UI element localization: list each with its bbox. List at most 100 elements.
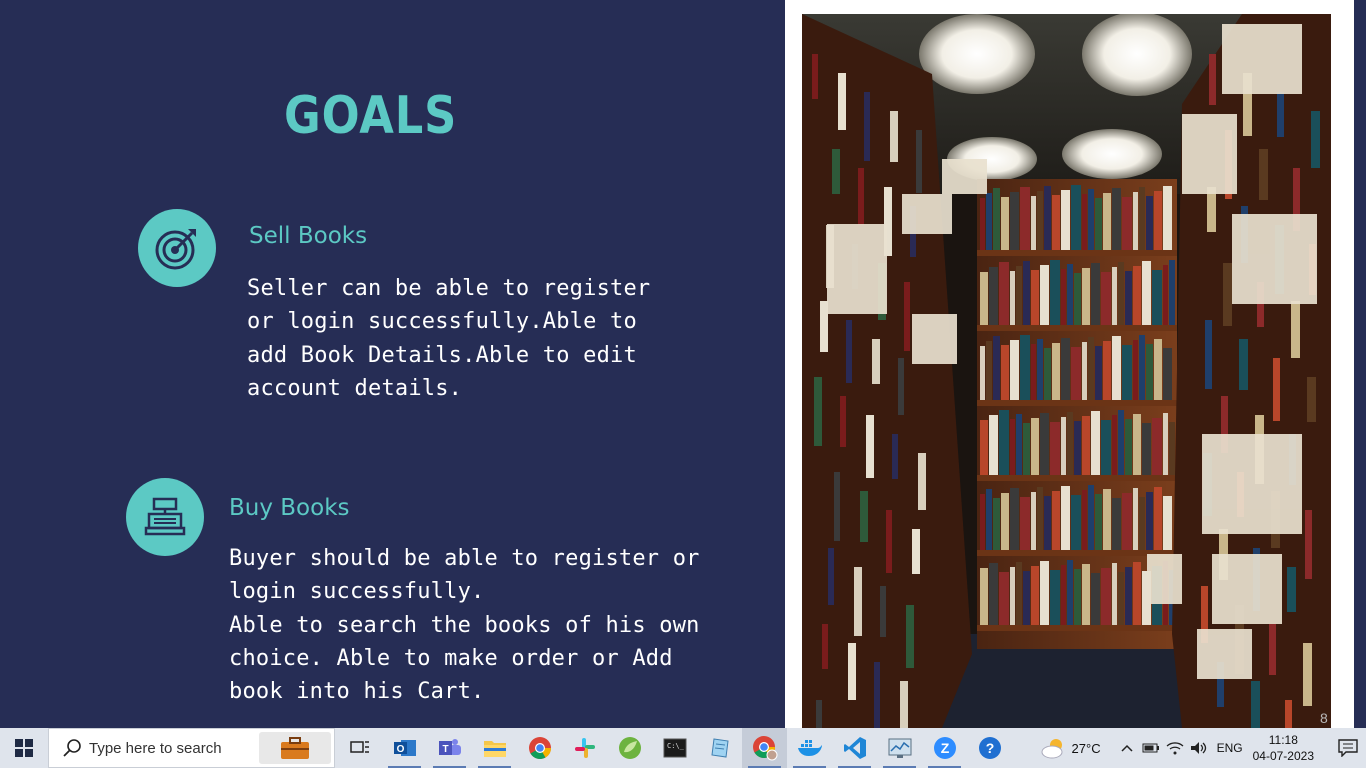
book-spine <box>1103 489 1111 550</box>
book-spine <box>1305 510 1312 579</box>
taskbar: Type here to search O T C:\_ Z ? 27°C EN… <box>0 728 1366 768</box>
book-spine <box>1074 569 1081 625</box>
book-spine <box>1082 194 1087 250</box>
book-spine <box>1040 413 1049 475</box>
book-spine <box>1095 494 1102 550</box>
chrome-profile-icon[interactable] <box>742 728 787 768</box>
book-spine <box>1052 491 1060 550</box>
search-box[interactable]: Type here to search <box>48 728 335 768</box>
book-spine <box>1091 573 1100 625</box>
docker-icon[interactable] <box>787 728 832 768</box>
book-spine <box>1125 419 1132 475</box>
teams-icon[interactable]: T <box>427 728 472 768</box>
book-spine <box>980 198 985 250</box>
book-spine <box>1133 266 1141 325</box>
book-spine <box>1082 342 1087 400</box>
vscode-icon[interactable] <box>832 728 877 768</box>
book-spine <box>1142 423 1151 475</box>
chrome-icon[interactable] <box>517 728 562 768</box>
book-spine <box>1031 418 1039 475</box>
chevron-up-icon[interactable] <box>1115 728 1139 768</box>
book-spine <box>906 605 914 668</box>
book-spine <box>1112 498 1121 550</box>
search-highlight-briefcase-icon[interactable] <box>259 732 331 764</box>
book-spine <box>993 498 1000 550</box>
book-spine <box>1016 562 1022 625</box>
search-icon <box>63 739 81 757</box>
book-spine <box>1154 191 1162 250</box>
zoom-icon[interactable]: Z <box>922 728 967 768</box>
book-spine <box>886 510 892 573</box>
svg-text:O: O <box>396 744 404 755</box>
book-spine <box>1010 488 1019 550</box>
language-indicator[interactable]: ENG <box>1217 741 1243 755</box>
book-spine <box>999 262 1009 325</box>
book-spine <box>1010 419 1015 475</box>
book-spine <box>898 358 904 415</box>
book-spine <box>986 193 992 250</box>
book-spine <box>1074 421 1081 475</box>
notification-center-icon[interactable] <box>1330 728 1366 768</box>
volume-icon[interactable] <box>1187 728 1211 768</box>
book-spine <box>1061 565 1066 625</box>
terminal-icon[interactable]: C:\_ <box>652 728 697 768</box>
clock-date: 04-07-2023 <box>1252 749 1314 763</box>
spring-tool-icon[interactable] <box>607 728 652 768</box>
svg-text:C:\_: C:\_ <box>667 742 685 750</box>
book-spine <box>1031 492 1036 550</box>
notepad-icon[interactable] <box>697 728 742 768</box>
book-spine <box>1023 571 1030 625</box>
book-spine <box>848 643 856 700</box>
book-spine <box>1061 269 1066 325</box>
file-explorer-icon[interactable] <box>472 728 517 768</box>
slack-icon[interactable] <box>562 728 607 768</box>
weather-cloud-sun-icon <box>1041 739 1063 759</box>
book-spine <box>999 572 1009 625</box>
book-spine <box>1082 490 1087 550</box>
weather-temperature: 27°C <box>1071 740 1101 756</box>
book-spine <box>1023 423 1030 475</box>
book-spine <box>1095 198 1102 250</box>
book-spine <box>1067 412 1073 475</box>
target-icon <box>138 209 216 287</box>
book-spine <box>820 301 828 352</box>
book-spine <box>1112 267 1117 325</box>
battery-icon[interactable] <box>1139 728 1163 768</box>
goal-heading-buy-books: Buy Books <box>229 495 350 521</box>
book-spine <box>986 341 992 400</box>
book-spine <box>1287 567 1296 612</box>
weather-widget[interactable]: 27°C <box>1040 737 1101 759</box>
book-spine <box>1239 339 1248 390</box>
book-spine <box>1125 567 1132 625</box>
book-spine <box>900 681 908 728</box>
book-spine <box>1040 561 1049 625</box>
help-icon[interactable]: ? <box>967 728 1012 768</box>
book-spine <box>904 282 910 351</box>
book-spine <box>822 624 828 669</box>
book-spine <box>1251 681 1260 728</box>
book-spine <box>832 149 840 194</box>
book-spine <box>980 420 988 475</box>
book-spine <box>1037 487 1043 550</box>
book-spine <box>1146 196 1153 250</box>
book-spine <box>1277 92 1284 137</box>
start-button[interactable] <box>0 728 48 768</box>
book-spine <box>1088 189 1094 250</box>
task-view-icon[interactable] <box>337 728 382 768</box>
wifi-icon[interactable] <box>1163 728 1187 768</box>
book-spine <box>1142 261 1151 325</box>
book-spine <box>834 472 840 541</box>
book-spine <box>1154 339 1162 400</box>
book-spine <box>840 396 846 447</box>
clock[interactable]: 11:18 04-07-2023 <box>1253 732 1314 764</box>
resource-monitor-icon[interactable] <box>877 728 922 768</box>
outlook-icon[interactable]: O <box>382 728 427 768</box>
book-spine <box>1031 344 1036 400</box>
book-spine <box>1001 345 1009 400</box>
book-spine <box>1040 265 1049 325</box>
book-spine <box>916 130 922 193</box>
book-spine <box>1154 487 1162 550</box>
book-spine <box>1067 560 1073 625</box>
book-spine <box>1020 335 1030 400</box>
book-spine <box>1023 261 1030 325</box>
